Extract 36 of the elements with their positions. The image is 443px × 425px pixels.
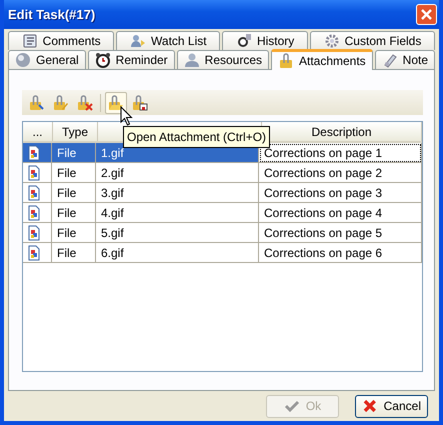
window-title: Edit Task(#17) — [8, 7, 96, 22]
tab[interactable]: Custom Fields — [310, 31, 435, 50]
tab[interactable]: Note — [374, 50, 435, 69]
tab[interactable]: Resources — [176, 50, 269, 69]
file-name-cell: 4.gif — [96, 203, 259, 223]
type-cell: File — [52, 223, 96, 243]
file-name-cell: 2.gif — [96, 163, 259, 183]
tooltip: Open Attachment (Ctrl+O) — [123, 126, 270, 148]
table-row[interactable]: File 6.gif Corrections on page 6 — [23, 243, 422, 263]
file-name-cell: 5.gif — [96, 223, 259, 243]
description-cell: Corrections on page 1 — [259, 143, 422, 163]
description-cell: Corrections on page 3 — [259, 183, 422, 203]
type-cell: File — [52, 163, 96, 183]
description-cell: Corrections on page 6 — [259, 243, 422, 263]
column-header: Type — [53, 122, 98, 141]
description-cell: Corrections on page 2 — [259, 163, 422, 183]
type-cell: File — [52, 143, 96, 163]
description-cell: Corrections on page 4 — [259, 203, 422, 223]
column-header: ... — [23, 122, 53, 141]
description-cell: Corrections on page 5 — [259, 223, 422, 243]
table-row[interactable]: File 4.gif Corrections on page 4 — [23, 203, 422, 223]
file-name-cell: 6.gif — [96, 243, 259, 263]
tab[interactable]: Attachments — [271, 49, 373, 70]
cancel-button[interactable]: Cancel — [355, 394, 428, 418]
type-cell: File — [52, 203, 96, 223]
tab[interactable]: History — [222, 31, 308, 50]
tab[interactable]: Comments — [8, 31, 114, 50]
table-row[interactable]: File 2.gif Corrections on page 2 — [23, 163, 422, 183]
type-cell: File — [52, 243, 96, 263]
file-name-cell: 3.gif — [96, 183, 259, 203]
tab[interactable]: Watch List — [116, 31, 220, 50]
tab[interactable]: General — [8, 50, 86, 69]
table-row[interactable]: File 3.gif Corrections on page 3 — [23, 183, 422, 203]
tab[interactable]: Reminder — [88, 50, 175, 69]
type-cell: File — [52, 183, 96, 203]
table-row[interactable]: File 5.gif Corrections on page 5 — [23, 223, 422, 243]
